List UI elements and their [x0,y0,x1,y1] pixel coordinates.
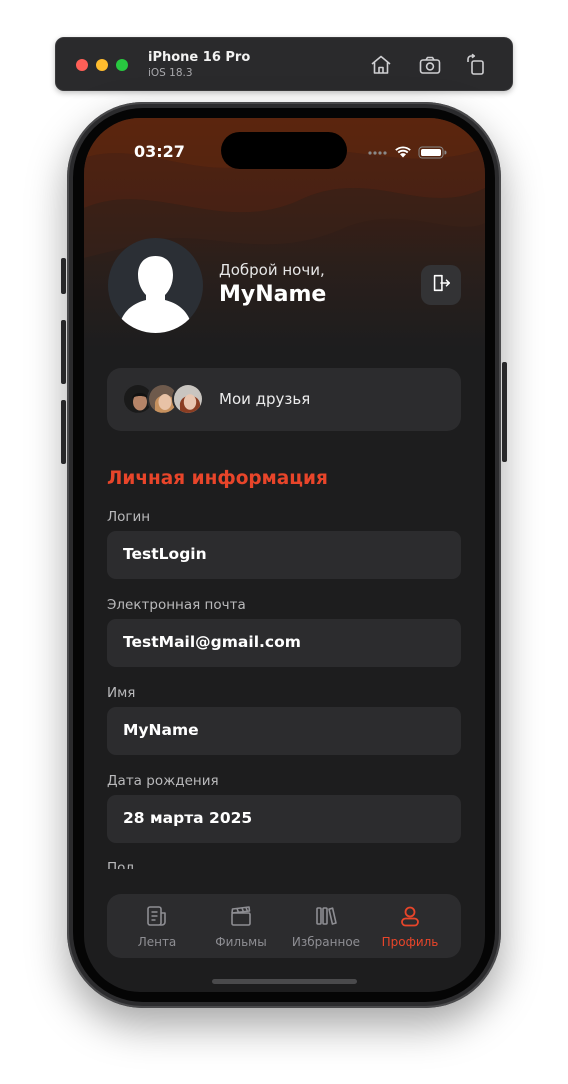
home-icon[interactable] [369,53,393,77]
status-icons [367,144,449,159]
tab-movies[interactable]: Фильмы [197,894,285,958]
email-value: TestMail@gmail.com [123,633,301,651]
os-version: iOS 18.3 [148,67,193,79]
action-button [61,258,66,294]
rotate-icon[interactable] [464,53,488,77]
screenshot-icon[interactable] [418,53,442,77]
tab-profile[interactable]: Профиль [366,894,454,958]
birthdate-field[interactable]: 28 марта 2025 [107,795,461,843]
simulator-toolbar: iPhone 16 Pro iOS 18.3 [55,37,513,91]
greeting-text: Доброй ночи, [219,261,325,279]
volume-up-button [61,320,66,384]
email-field[interactable]: TestMail@gmail.com [107,619,461,667]
friends-button[interactable]: Мои друзья [107,368,461,431]
login-label: Логин [107,509,151,525]
power-button [502,362,507,462]
dynamic-island [221,132,347,169]
feed-icon [145,904,169,928]
home-indicator[interactable] [212,979,357,984]
user-name: MyName [219,282,327,307]
name-label: Имя [107,685,136,701]
tab-favorites[interactable]: Избранное [282,894,370,958]
wifi-icon [395,146,411,158]
tab-favorites-label: Избранное [291,935,361,949]
logout-button[interactable] [421,265,461,305]
zoom-window-button[interactable] [116,59,128,71]
logout-icon [430,272,452,298]
tab-feed[interactable]: Лента [113,894,201,958]
status-time: 03:27 [134,142,185,161]
tab-movies-label: Фильмы [215,935,267,949]
name-field[interactable]: MyName [107,707,461,755]
battery-icon [418,146,447,159]
name-value: MyName [123,721,199,739]
gender-label: Пол [107,860,135,869]
friends-label: Мои друзья [219,390,311,408]
avatar[interactable] [108,238,203,333]
clapperboard-icon [229,904,253,928]
volume-down-button [61,400,66,464]
phone-screen: 03:27 Доброй ночи, MyName Мои друзья Лич… [84,118,485,992]
profile-icon [398,904,422,928]
signal-dots-icon [368,151,387,155]
minimize-window-button[interactable] [96,59,108,71]
device-name: iPhone 16 Pro [148,50,251,65]
email-label: Электронная почта [107,597,246,613]
library-icon [314,904,338,928]
friend-avatar [172,383,204,415]
close-window-button[interactable] [76,59,88,71]
tab-bar: Лента Фильмы Избранное Профиль [107,894,461,958]
tab-profile-label: Профиль [381,935,439,949]
section-title: Личная информация [107,468,328,489]
tab-feed-label: Лента [137,935,177,949]
birthdate-label: Дата рождения [107,773,219,789]
login-field[interactable]: TestLogin [107,531,461,579]
login-value: TestLogin [123,545,207,563]
birthdate-value: 28 марта 2025 [123,809,253,827]
